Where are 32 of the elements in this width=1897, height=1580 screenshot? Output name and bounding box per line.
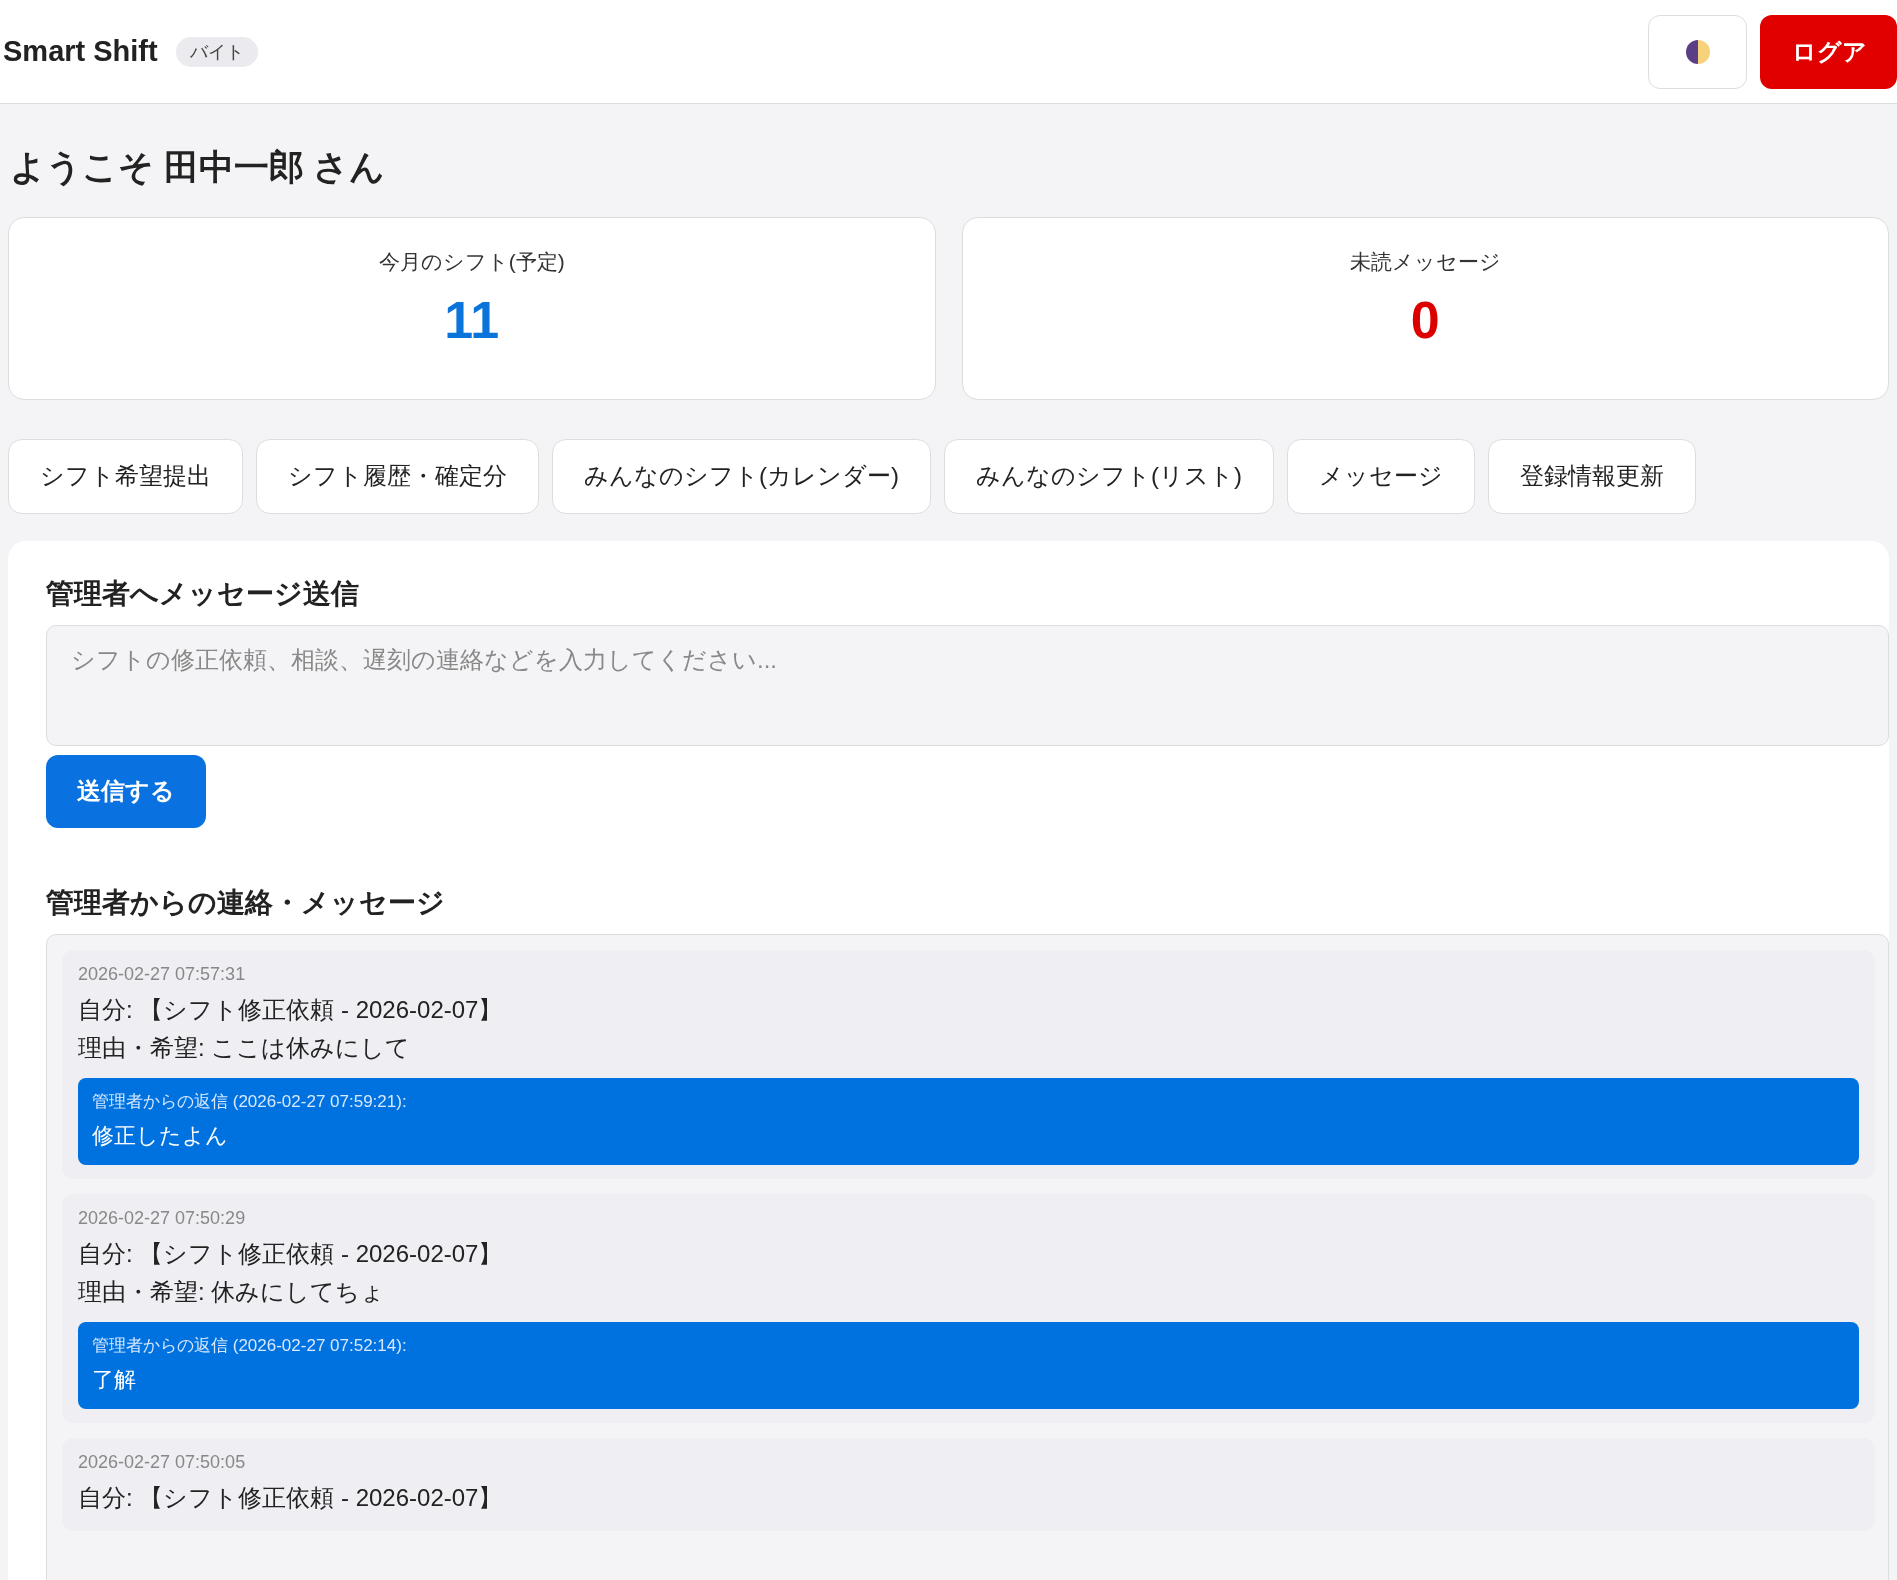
message-text: 自分: 【シフト修正依頼 - 2026-02-07】 [78, 994, 504, 1025]
message-text: 自分: 【シフト修正依頼 - 2026-02-07】 [78, 1238, 504, 1269]
role-badge: バイト [175, 36, 258, 67]
stat-value: 11 [444, 293, 500, 346]
stat-label: 今月のシフト(予定) [378, 248, 565, 275]
nav-button[interactable]: シフト希望提出 [8, 438, 243, 514]
message-timestamp: 2026-02-27 07:57:31 [78, 963, 247, 985]
logout-button[interactable]: ログア [1760, 14, 1897, 89]
stat-label: 未読メッセージ [1349, 248, 1501, 275]
nav-button[interactable]: みんなのシフト(カレンダー) [552, 438, 931, 514]
app-title: Smart Shift [3, 35, 158, 68]
welcome-heading: ようこそ 田中一郎 さん [9, 146, 387, 189]
message-text: 自分: 【シフト修正依頼 - 2026-02-07】 [78, 1482, 504, 1513]
section-heading: 管理者からの連絡・メッセージ [46, 885, 446, 920]
theme-toggle-button[interactable] [1648, 14, 1747, 89]
reply-label: 管理者からの返信 (2026-02-27 07:59:21): [92, 1090, 408, 1113]
reply-text: 修正したよん [92, 1121, 229, 1150]
nav-button[interactable]: シフト履歴・確定分 [256, 438, 539, 514]
message-timestamp: 2026-02-27 07:50:05 [78, 1451, 247, 1473]
message-text: 理由・希望: 休みにしてちょ [78, 1276, 387, 1307]
stat-value: 0 [1410, 293, 1440, 346]
reply-label: 管理者からの返信 (2026-02-27 07:52:14): [92, 1334, 408, 1357]
half-moon-icon [1684, 38, 1711, 65]
nav-button[interactable]: 登録情報更新 [1487, 438, 1696, 514]
nav-button[interactable]: メッセージ [1286, 438, 1475, 514]
reply-text: 了解 [92, 1365, 137, 1394]
message-input-field[interactable]: シフトの修正依頼、相談、遅刻の連絡などを入力してください... [46, 624, 1889, 746]
send-button[interactable]: 送信する [46, 754, 206, 828]
message-text: 理由・希望: ここは休みにして [78, 1032, 412, 1063]
section-heading: 管理者へメッセージ送信 [46, 576, 360, 611]
message-timestamp: 2026-02-27 07:50:29 [78, 1207, 247, 1229]
nav-button[interactable]: みんなのシフト(リスト) [944, 438, 1274, 514]
